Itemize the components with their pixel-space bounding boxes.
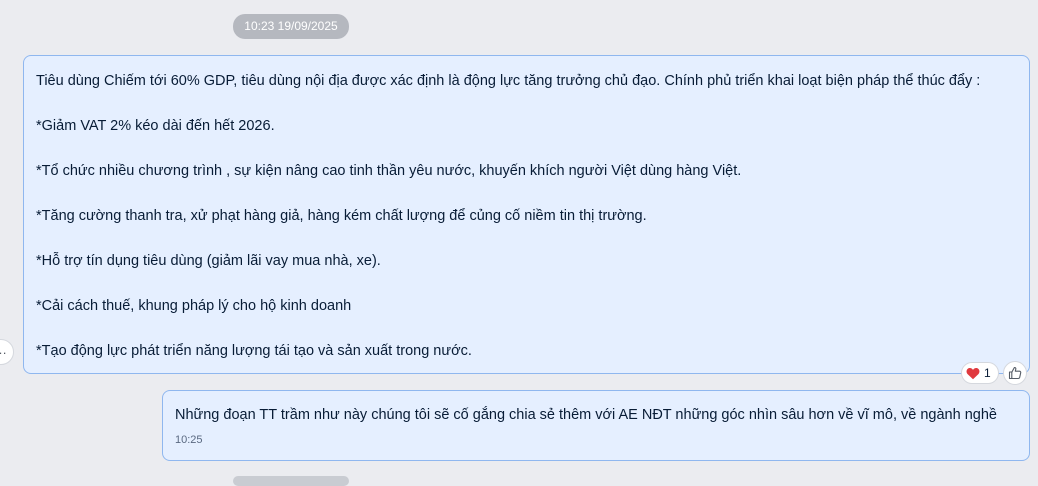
message-line: *Hỗ trợ tín dụng tiêu dùng (giảm lãi vay… bbox=[36, 253, 381, 269]
timestamp-divider: 10:23 19/09/2025 bbox=[233, 14, 349, 39]
message-line: *Cải cách thuế, khung pháp lý cho hộ kin… bbox=[36, 298, 352, 314]
message-line: *Tạo động lực phát triển năng lượng tái … bbox=[36, 343, 472, 359]
message-line bbox=[36, 228, 1017, 251]
message-line: *Tăng cường thanh tra, xử phạt hàng giả,… bbox=[36, 208, 647, 224]
thumbs-up-icon bbox=[1008, 366, 1021, 380]
message-bubble[interactable]: Tiêu dùng Chiếm tới 60% GDP, tiêu dùng n… bbox=[23, 55, 1030, 374]
message-line bbox=[36, 273, 1017, 296]
message-line bbox=[36, 138, 1017, 161]
message-line: *Tổ chức nhiều chương trình , sự kiện nâ… bbox=[36, 163, 742, 179]
message-more-options-button[interactable]: … bbox=[0, 339, 14, 365]
message-line bbox=[36, 318, 1017, 341]
reply-text: Những đoạn TT trầm như này chúng tôi sẽ … bbox=[175, 407, 997, 423]
reply-timestamp: 10:25 bbox=[175, 433, 203, 446]
message-line bbox=[36, 93, 1017, 116]
message-line: *Giảm VAT 2% kéo dài đến hết 2026. bbox=[36, 118, 275, 134]
reaction-bar: 1 bbox=[961, 361, 1027, 385]
message-line bbox=[36, 183, 1017, 206]
message-line: Tiêu dùng Chiếm tới 60% GDP, tiêu dùng n… bbox=[36, 73, 981, 89]
like-button[interactable] bbox=[1002, 361, 1027, 385]
reaction-count: 1 bbox=[984, 366, 991, 380]
reaction-summary[interactable]: 1 bbox=[961, 362, 999, 384]
reply-bubble[interactable]: Những đoạn TT trầm như này chúng tôi sẽ … bbox=[162, 390, 1030, 461]
heart-icon bbox=[966, 367, 980, 379]
